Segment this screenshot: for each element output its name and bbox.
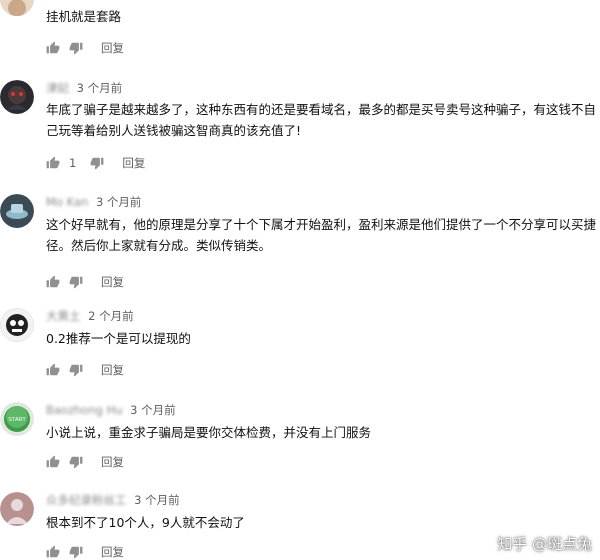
thumbs-down-icon[interactable] [69,363,83,377]
author-name[interactable]: 津妃 [46,81,69,95]
comment-actions: 回复 [46,274,124,290]
author-name[interactable]: 众多纪录粉丝工 [46,493,127,507]
comment-actions: 回复 [46,454,124,470]
avatar[interactable] [0,194,34,228]
author-name[interactable]: Baozhong Hu [46,403,123,417]
reply-button[interactable]: 回复 [101,362,124,378]
avatar[interactable] [0,0,34,16]
thumbs-down-icon[interactable] [69,455,83,469]
reply-button[interactable]: 回复 [101,454,124,470]
avatar-text: START [8,417,26,423]
thumbs-up-icon[interactable] [46,156,60,170]
thumbs-up-icon[interactable] [46,275,60,289]
comment-text: 小说上说，重金求子骗局是要你交体检费，并没有上门服务 [46,425,372,440]
comment-actions: 1 回复 [46,155,145,171]
start-button-avatar-icon: START [0,402,34,436]
avatar-icon [0,0,34,16]
comment-time: 3 个月前 [76,81,123,95]
reply-button[interactable]: 回复 [101,40,124,56]
comment-text: 根本到不了10个人，9人就不会动了 [46,515,245,530]
thumbs-down-icon[interactable] [69,275,83,289]
avatar[interactable] [0,308,34,342]
comment-text: 年底了骗子是越来越多了，这种东西有的还是要看域名，最多的都是买号卖号这种骗子，有… [46,102,597,138]
comment-text: 0.2推荐一个是可以提现的 [46,331,191,346]
comment-meta: 大黄土 2 个月前 [46,308,134,324]
avatar-icon [0,492,34,526]
author-name[interactable]: Mo Kan [46,195,88,209]
thumbs-down-icon[interactable] [69,545,83,559]
comment-time: 3 个月前 [134,493,180,507]
comment-text: 这个好早就有，他的原理是分享了十个下属才开始盈利，盈利来源是他们提供了一个不分享… [46,217,597,253]
avatar[interactable] [0,492,34,526]
comment-text: 挂机就是套路 [46,9,122,24]
comment-meta: Mo Kan 3 个月前 [46,194,141,210]
avatar-icon [0,194,34,228]
comment-meta: Baozhong Hu 3 个月前 [46,402,176,418]
like-count: 1 [69,156,77,170]
thumbs-down-icon[interactable] [90,156,104,170]
comment-time: 2 个月前 [88,309,134,323]
comment-meta: 众多纪录粉丝工 3 个月前 [46,492,180,508]
thumbs-up-icon[interactable] [46,455,60,469]
comment-actions: 回复 [46,40,124,56]
reply-button[interactable]: 回复 [101,544,124,560]
reply-button[interactable]: 回复 [122,155,145,171]
thumbs-up-icon[interactable] [46,545,60,559]
avatar[interactable] [0,80,34,114]
comment-time: 3 个月前 [130,403,176,417]
thumbs-down-icon[interactable] [69,41,83,55]
comment-actions: 回复 [46,362,124,378]
comment-time: 3 个月前 [95,195,142,209]
author-name[interactable]: 大黄土 [46,309,81,323]
comment-actions: 回复 [46,544,124,560]
comment-meta: 津妃 3 个月前 [46,80,122,96]
thumbs-up-icon[interactable] [46,41,60,55]
thumbs-up-icon[interactable] [46,363,60,377]
avatar-icon [0,308,34,342]
reply-button[interactable]: 回复 [101,274,124,290]
watermark: 知乎 @斑点兔 [497,535,592,553]
avatar-icon [0,80,34,114]
avatar[interactable]: START [0,402,34,436]
